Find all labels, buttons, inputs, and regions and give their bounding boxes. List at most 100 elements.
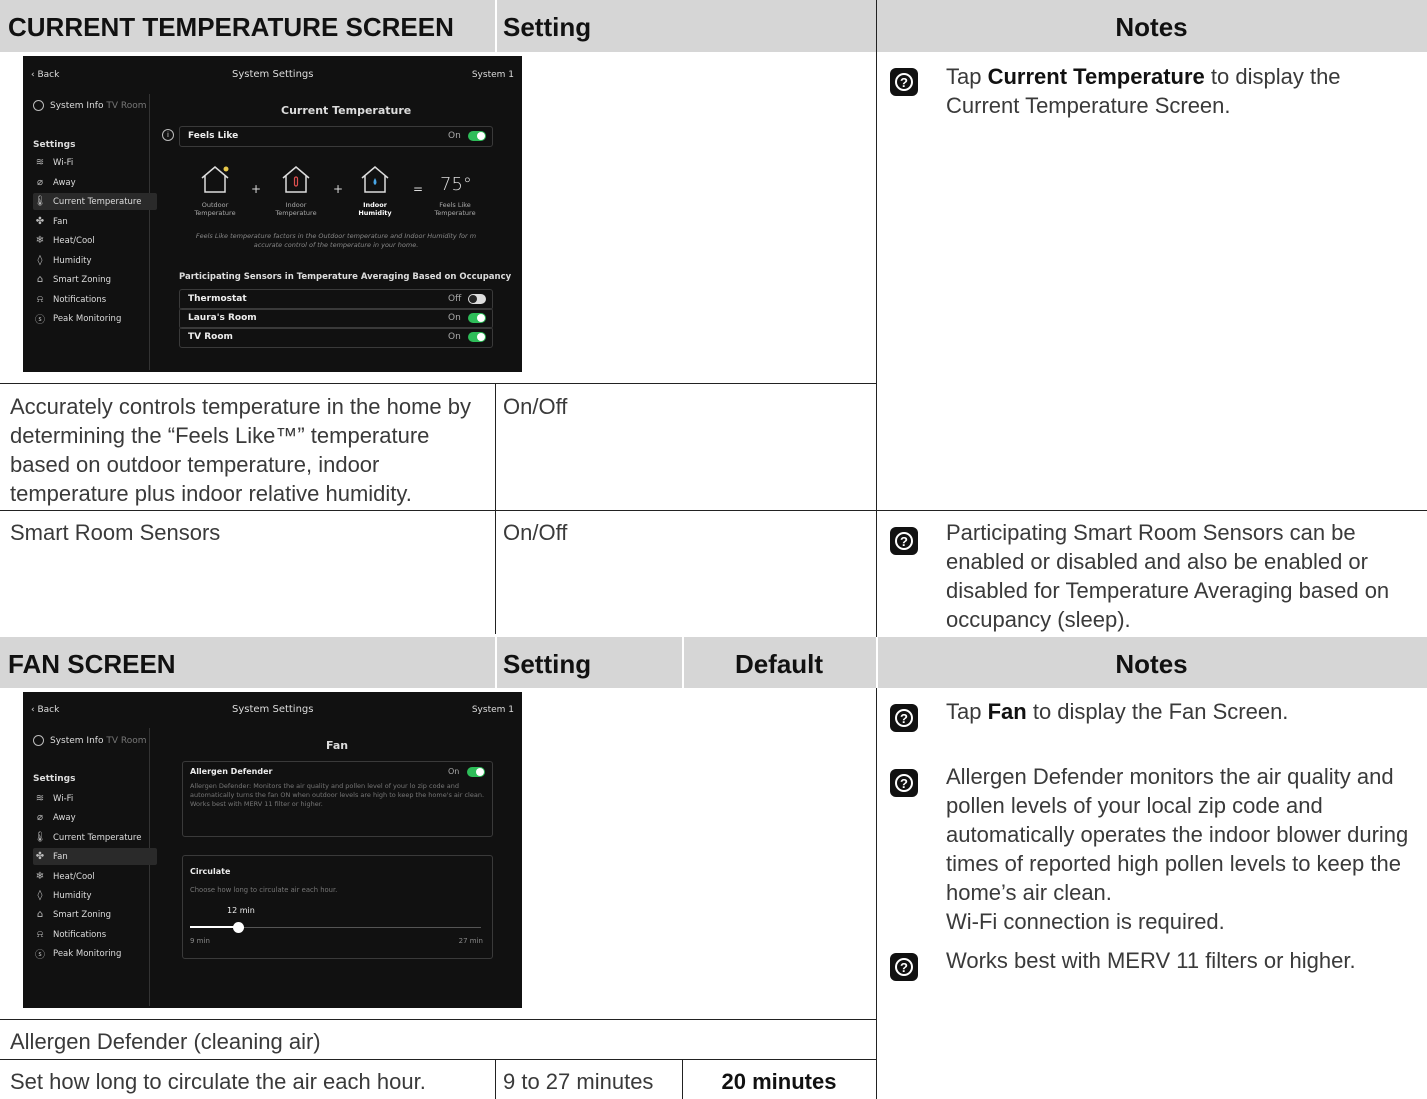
thermometer-icon: 🌡	[33, 196, 47, 207]
feels-like-description-cell: Accurately controls temperature in the h…	[10, 394, 472, 506]
tab-system-info[interactable]: System Info TV Room	[33, 100, 147, 111]
notes-header: Notes	[1115, 12, 1188, 42]
wifi-icon: ≋	[35, 157, 45, 168]
screen-header: System Settings	[232, 69, 314, 80]
note-fan-screen: Tap Fan to display the Fan Screen.	[946, 699, 1289, 724]
screen-title: Fan	[326, 739, 349, 752]
sidebar-item-peak-monitoring[interactable]: ⓢ Peak Monitoring	[33, 310, 157, 327]
grid-line	[495, 0, 497, 52]
grid-line	[495, 384, 496, 634]
sidebar-item-fan[interactable]: ✤ Fan	[33, 848, 157, 865]
bell-icon: ⍾	[36, 929, 44, 940]
device-screenshot-current-temperature: ‹ Back System Settings System 1 System I…	[23, 56, 522, 372]
info-icon[interactable]: i	[162, 129, 174, 141]
device-screenshot-fan: ‹ Back System Settings System 1 System I…	[23, 692, 522, 1008]
equals-sign: =	[413, 182, 424, 196]
away-icon: ⌀	[36, 177, 44, 188]
help-icon: ?	[890, 68, 918, 96]
feels-like-description: Feels Like temperature factors in the Ou…	[195, 232, 477, 249]
sensors-title: Participating Sensors in Temperature Ave…	[179, 272, 512, 282]
settings-label: Settings	[33, 774, 76, 784]
help-icon: ?	[890, 704, 918, 732]
setting-header: Setting	[503, 649, 592, 679]
sidebar-item-current-temperature[interactable]: 🌡 Current Temperature	[33, 829, 157, 846]
section-title: FAN SCREEN	[8, 649, 176, 679]
feels-like-temp-label: Feels Like Temperature	[434, 201, 476, 217]
circulate-setting-cell: 9 to 27 minutes	[503, 1069, 654, 1094]
sidebar-item-away[interactable]: ⌀ Away	[33, 809, 157, 826]
heat-cool-icon: ❄	[35, 871, 45, 882]
note-merv: Works best with MERV 11 filters or highe…	[946, 948, 1356, 973]
tv-room-toggle[interactable]	[468, 332, 486, 342]
allergen-defender-cell: Allergen Defender (cleaning air)	[10, 1029, 321, 1054]
grid-line	[0, 1059, 877, 1060]
note-current-temperature: Tap Current Temperature to display the C…	[946, 64, 1341, 118]
circulate-panel: Circulate Choose how long to circulate a…	[182, 855, 493, 959]
grid-line	[495, 1060, 496, 1099]
indoor-temp-house-icon	[282, 166, 310, 193]
heat-cool-icon: ❄	[35, 235, 45, 246]
sensor-row-thermostat[interactable]: Thermostat Off	[179, 289, 493, 310]
tab-system-info[interactable]: System Info TV Room	[33, 735, 147, 746]
screen-header: System Settings	[232, 704, 314, 715]
smart-room-setting-cell: On/Off	[503, 520, 568, 545]
zoning-icon: ⌂	[36, 274, 44, 285]
smart-room-sensors-cell: Smart Room Sensors	[10, 520, 221, 545]
grid-line	[0, 510, 1427, 511]
slider-handle[interactable]	[233, 922, 245, 933]
sidebar-item-away[interactable]: ⌀ Away	[33, 174, 157, 191]
sidebar-item-humidity[interactable]: ◊ Humidity	[33, 887, 157, 904]
sidebar-item-notifications[interactable]: ⍾ Notifications	[33, 926, 157, 943]
slider-max: 27 min	[458, 937, 483, 945]
grid-line	[682, 1060, 683, 1099]
sensor-row-lauras-room[interactable]: Laura's Room On	[179, 308, 493, 329]
allergen-defender-toggle[interactable]	[467, 767, 485, 777]
lauras-room-toggle[interactable]	[468, 313, 486, 323]
note-allergen-defender: Allergen Defender monitors the air quali…	[946, 764, 1409, 934]
sidebar-item-wifi[interactable]: ≋ Wi-Fi	[33, 154, 157, 171]
screen-title: Current Temperature	[281, 104, 412, 117]
bolt-icon: ⓢ	[35, 950, 45, 961]
sidebar-item-smart-zoning[interactable]: ⌂ Smart Zoning	[33, 271, 157, 288]
thermometer-icon: 🌡	[33, 832, 47, 843]
plus-sign-2: +	[333, 182, 344, 196]
zoning-icon: ⌂	[36, 909, 44, 920]
back-button[interactable]: ‹ Back	[31, 705, 59, 715]
help-icon: ?	[890, 953, 918, 981]
indoor-humidity-label: Indoor Humidity	[358, 201, 392, 217]
sidebar-item-heat-cool[interactable]: ❄ Heat/Cool	[33, 232, 157, 249]
feels-like-row[interactable]: Feels Like On	[179, 126, 493, 147]
sidebar-item-peak-monitoring[interactable]: ⓢ Peak Monitoring	[33, 945, 157, 962]
sidebar-item-smart-zoning[interactable]: ⌂ Smart Zoning	[33, 906, 157, 923]
slider-min: 9 min	[190, 937, 210, 945]
fan-icon: ✤	[35, 216, 45, 227]
default-header: Default	[734, 649, 824, 679]
sidebar-item-fan[interactable]: ✤ Fan	[33, 213, 157, 230]
help-icon: ?	[890, 769, 918, 797]
back-button[interactable]: ‹ Back	[31, 70, 59, 80]
grid-line	[0, 1019, 877, 1020]
droplet-icon: ◊	[37, 255, 43, 266]
sidebar-item-current-temperature[interactable]: 🌡 Current Temperature	[33, 193, 157, 210]
grid-line	[876, 637, 878, 688]
feels-like-toggle[interactable]	[468, 131, 486, 141]
help-icon: ?	[890, 527, 918, 555]
sidebar-item-heat-cool[interactable]: ❄ Heat/Cool	[33, 868, 157, 885]
setting-header: Setting	[503, 12, 592, 42]
wifi-icon: ≋	[35, 793, 45, 804]
outdoor-temp-label: Outdoor Temperature	[194, 201, 236, 217]
grid-line	[0, 383, 877, 384]
feels-like-setting-cell: On/Off	[503, 394, 568, 419]
away-icon: ⌀	[36, 812, 44, 823]
sensor-row-tv-room[interactable]: TV Room On	[179, 327, 493, 348]
sidebar-item-notifications[interactable]: ⍾ Notifications	[33, 291, 157, 308]
sidebar-item-wifi[interactable]: ≋ Wi-Fi	[33, 790, 157, 807]
thermostat-toggle[interactable]	[468, 294, 486, 304]
sidebar-item-humidity[interactable]: ◊ Humidity	[33, 252, 157, 269]
notes-header: Notes	[1115, 649, 1188, 679]
humidity-house-icon	[361, 166, 389, 193]
allergen-defender-panel: Allergen Defender On Allergen Defender: …	[182, 761, 493, 837]
slider-value: 12 min	[227, 906, 255, 915]
droplet-icon: ◊	[37, 890, 43, 901]
note-smart-room-sensors: Participating Smart Room Sensors can be …	[946, 520, 1390, 632]
